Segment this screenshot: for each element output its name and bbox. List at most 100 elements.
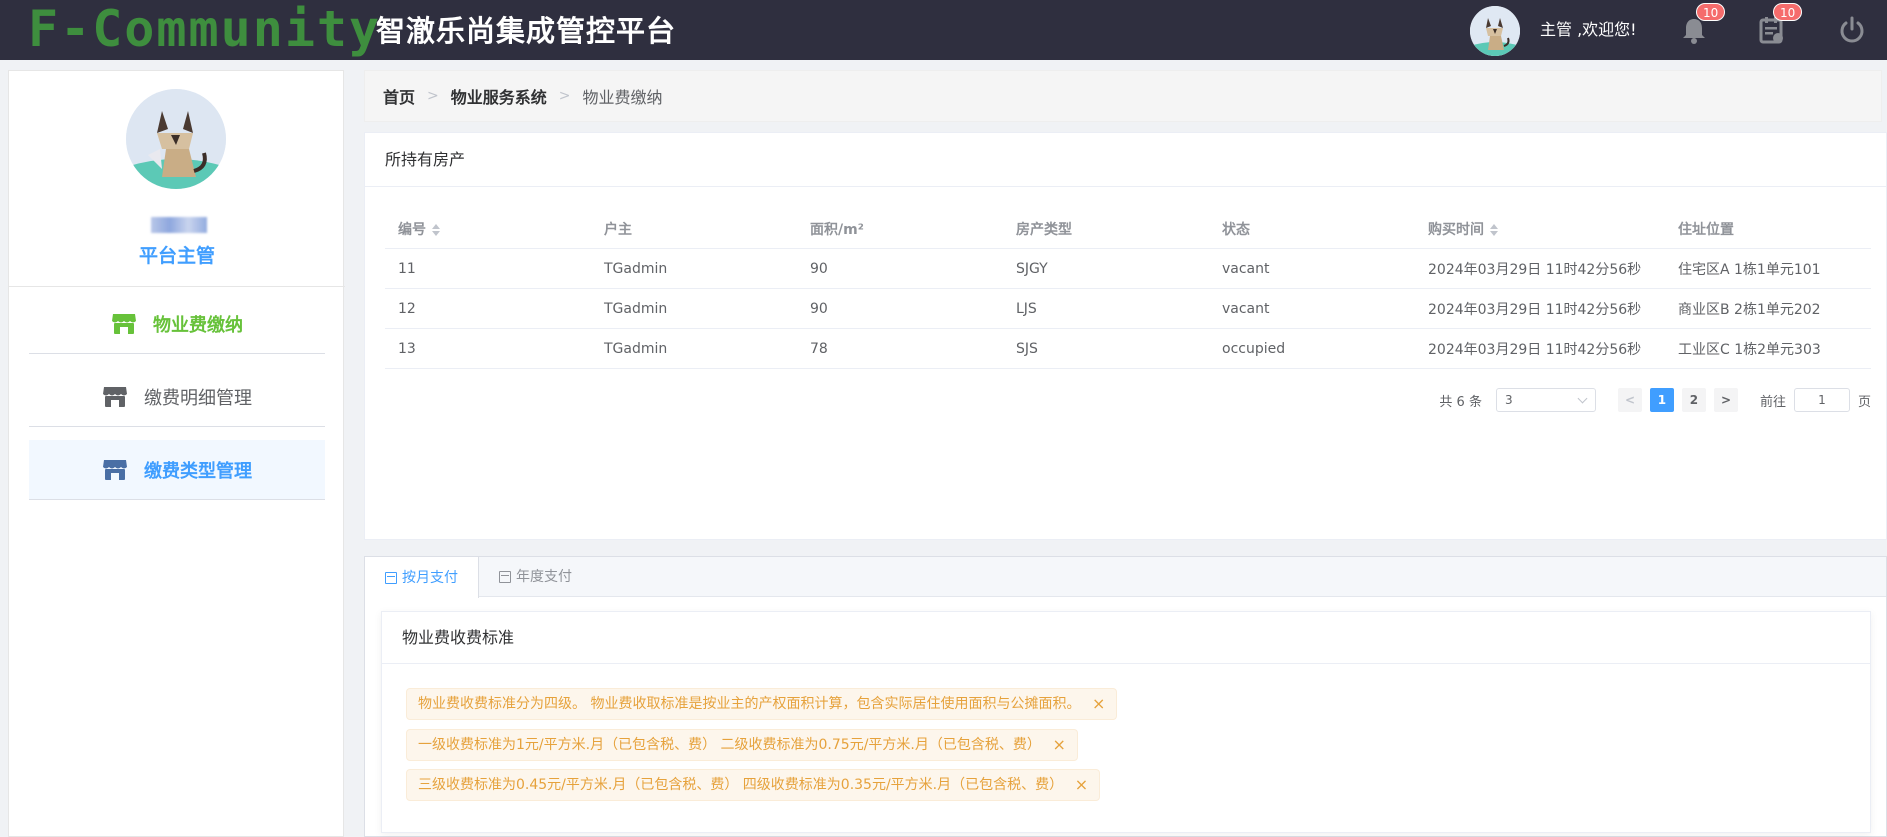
notice-alert: 一级收费标准为1元/平方米.月（已包含税、费） 二级收费标准为0.75元/平方米… [406, 729, 1078, 761]
cell-type: LJS [1016, 300, 1037, 317]
column-header-address: 住址位置 [1678, 221, 1734, 238]
sort-icon[interactable] [1490, 223, 1498, 236]
cell-purchase-time: 2024年03月29日 11时42分56秒 [1428, 261, 1642, 278]
profile-avatar[interactable] [126, 89, 226, 189]
cell-status: vacant [1222, 300, 1270, 317]
cell-id: 11 [398, 260, 416, 277]
cell-purchase-time: 2024年03月29日 11时42分56秒 [1428, 341, 1642, 358]
tab-yearly[interactable]: 年度支付 [479, 557, 592, 597]
table-header: 编号 户主 面积/m² 房产类型 状态 购买时间 住址位置 [385, 209, 1871, 249]
payment-tabs: 按月支付 年度支付 物业费收费标准 物业费收费标准分为四级。 物业费收取标准是按… [364, 556, 1887, 837]
breadcrumb-current: 物业费缴纳 [582, 88, 663, 107]
cell-purchase-time: 2024年03月29日 11时42分56秒 [1428, 301, 1642, 318]
column-header-status: 状态 [1222, 221, 1250, 238]
notice-text: 物业费收费标准分为四级。 物业费收取标准是按业主的产权面积计算，包含实际居住使用… [418, 696, 1081, 712]
cell-type: SJGY [1016, 260, 1048, 277]
cell-id: 12 [398, 300, 416, 317]
notice-alert: 三级收费标准为0.45元/平方米.月（已包含税、费） 四级收费标准为0.35元/… [406, 769, 1101, 801]
cell-area: 78 [810, 340, 828, 357]
total-count: 共 6 条 [1439, 394, 1482, 410]
cell-type: SJS [1016, 340, 1038, 357]
fee-card-title: 物业费收费标准 [382, 612, 1870, 664]
task-button[interactable]: 10 [1755, 3, 1803, 46]
cell-area: 90 [810, 300, 828, 317]
chevron-right-icon: > [427, 88, 439, 104]
fee-standard-card: 物业费收费标准 物业费收费标准分为四级。 物业费收取标准是按业主的产权面积计算，… [381, 611, 1871, 833]
notice-text: 三级收费标准为0.45元/平方米.月（已包含税、费） 四级收费标准为0.35元/… [418, 777, 1064, 793]
cell-owner: TGadmin [604, 300, 668, 317]
cell-address: 住宅区A 1栋1单元101 [1678, 261, 1821, 278]
sidebar-item-payment-types[interactable]: 缴费类型管理 [29, 440, 325, 500]
cell-owner: TGadmin [604, 260, 668, 277]
task-badge: 10 [1773, 3, 1803, 21]
cell-area: 90 [810, 260, 828, 277]
page-button-2[interactable]: 2 [1681, 388, 1706, 412]
tab-monthly[interactable]: 按月支付 [365, 557, 479, 598]
shop-icon [103, 386, 127, 407]
divider [9, 286, 345, 287]
cell-id: 13 [398, 340, 416, 357]
table-row[interactable]: 12 TGadmin 90 LJS vacant 2024年03月29日 11时… [385, 289, 1871, 329]
cat-avatar-icon [126, 89, 226, 189]
notice-text: 一级收费标准为1元/平方米.月（已包含税、费） 二级收费标准为0.75元/平方米… [418, 737, 1041, 753]
tab-label: 按月支付 [402, 569, 458, 586]
shop-icon [112, 313, 136, 334]
logout-button[interactable] [1836, 14, 1868, 46]
welcome-text: 主管 ,欢迎您! [1540, 20, 1637, 39]
notice-alert: 物业费收费标准分为四级。 物业费收取标准是按业主的产权面积计算，包含实际居住使用… [406, 688, 1118, 720]
sidebar-item-payment-details[interactable]: 缴费明细管理 [29, 367, 325, 427]
breadcrumb-system[interactable]: 物业服务系统 [451, 84, 547, 108]
notification-badge: 10 [1696, 3, 1726, 21]
tab-label: 年度支付 [516, 569, 572, 585]
column-header-area: 面积/m² [810, 221, 864, 238]
column-header-id[interactable]: 编号 [385, 219, 591, 239]
chevron-right-icon: > [558, 88, 571, 104]
cell-address: 工业区C 1栋2单元303 [1678, 341, 1821, 358]
calendar-icon [499, 571, 511, 583]
notification-button[interactable]: 10 [1678, 3, 1726, 46]
sidebar-item-label: 缴费明细管理 [144, 387, 252, 409]
column-header-type: 房产类型 [1016, 221, 1072, 238]
page-button-1[interactable]: 1 [1649, 388, 1674, 412]
page-size-select[interactable]: 3 [1495, 388, 1596, 412]
user-role: 平台主管 [138, 245, 215, 267]
blurred-username [151, 217, 207, 233]
shop-icon [103, 459, 127, 480]
breadcrumb-home[interactable]: 首页 [383, 84, 415, 108]
prev-page-button[interactable]: < [1617, 388, 1642, 412]
column-header-owner: 户主 [604, 221, 632, 238]
table-row[interactable]: 11 TGadmin 90 SJGY vacant 2024年03月29日 11… [385, 249, 1871, 289]
sidebar-item-label: 缴费类型管理 [144, 460, 252, 482]
app-title: 智澈乐尚集成管控平台 [376, 14, 677, 48]
card-title: 所持有房产 [365, 133, 1886, 187]
user-avatar[interactable] [1470, 6, 1520, 56]
cell-owner: TGadmin [604, 340, 668, 357]
chevron-down-icon [1577, 393, 1588, 404]
sidebar-item-property-fee-payment[interactable]: 物业费缴纳 [29, 294, 325, 354]
column-header-purchase-time[interactable]: 购买时间 [1415, 219, 1665, 239]
page-unit: 页 [1857, 394, 1871, 410]
page-size-value: 3 [1504, 393, 1513, 407]
close-icon[interactable]: × [1075, 770, 1088, 800]
table-row[interactable]: 13 TGadmin 78 SJS occupied 2024年03月29日 1… [385, 329, 1871, 369]
cat-avatar-icon [1470, 6, 1520, 56]
power-icon [1840, 16, 1864, 43]
breadcrumb: 首页 > 物业服务系统 > 物业费缴纳 [364, 70, 1882, 122]
sidebar-item-label: 物业费缴纳 [153, 314, 243, 336]
close-icon[interactable]: × [1092, 689, 1105, 719]
top-bar: F-Community 智澈乐尚集成管控平台 主管 ,欢迎您! 10 10 [0, 0, 1887, 60]
cell-status: vacant [1222, 260, 1270, 277]
close-icon[interactable]: × [1052, 730, 1065, 760]
cell-status: occupied [1222, 340, 1286, 357]
cell-address: 商业区B 2栋1单元202 [1678, 301, 1821, 318]
next-page-button[interactable]: > [1713, 388, 1738, 412]
sort-icon[interactable] [432, 223, 440, 236]
tabs-header: 按月支付 年度支付 [365, 557, 1886, 598]
calendar-icon [385, 571, 397, 584]
logo[interactable]: F-Community [28, 0, 381, 60]
property-card: 所持有房产 编号 户主 面积/m² 房产类型 状态 购买时间 住址位置 11 T… [364, 132, 1887, 540]
sidebar: 平台主管 物业费缴纳 缴费明细管理 缴费类型管理 [8, 70, 345, 837]
goto-page-input[interactable]: 1 [1793, 388, 1850, 412]
pagination: 共 6 条 3 < 1 2 > 前往 1 页 [1439, 387, 1871, 413]
goto-label: 前往 [1759, 394, 1786, 410]
